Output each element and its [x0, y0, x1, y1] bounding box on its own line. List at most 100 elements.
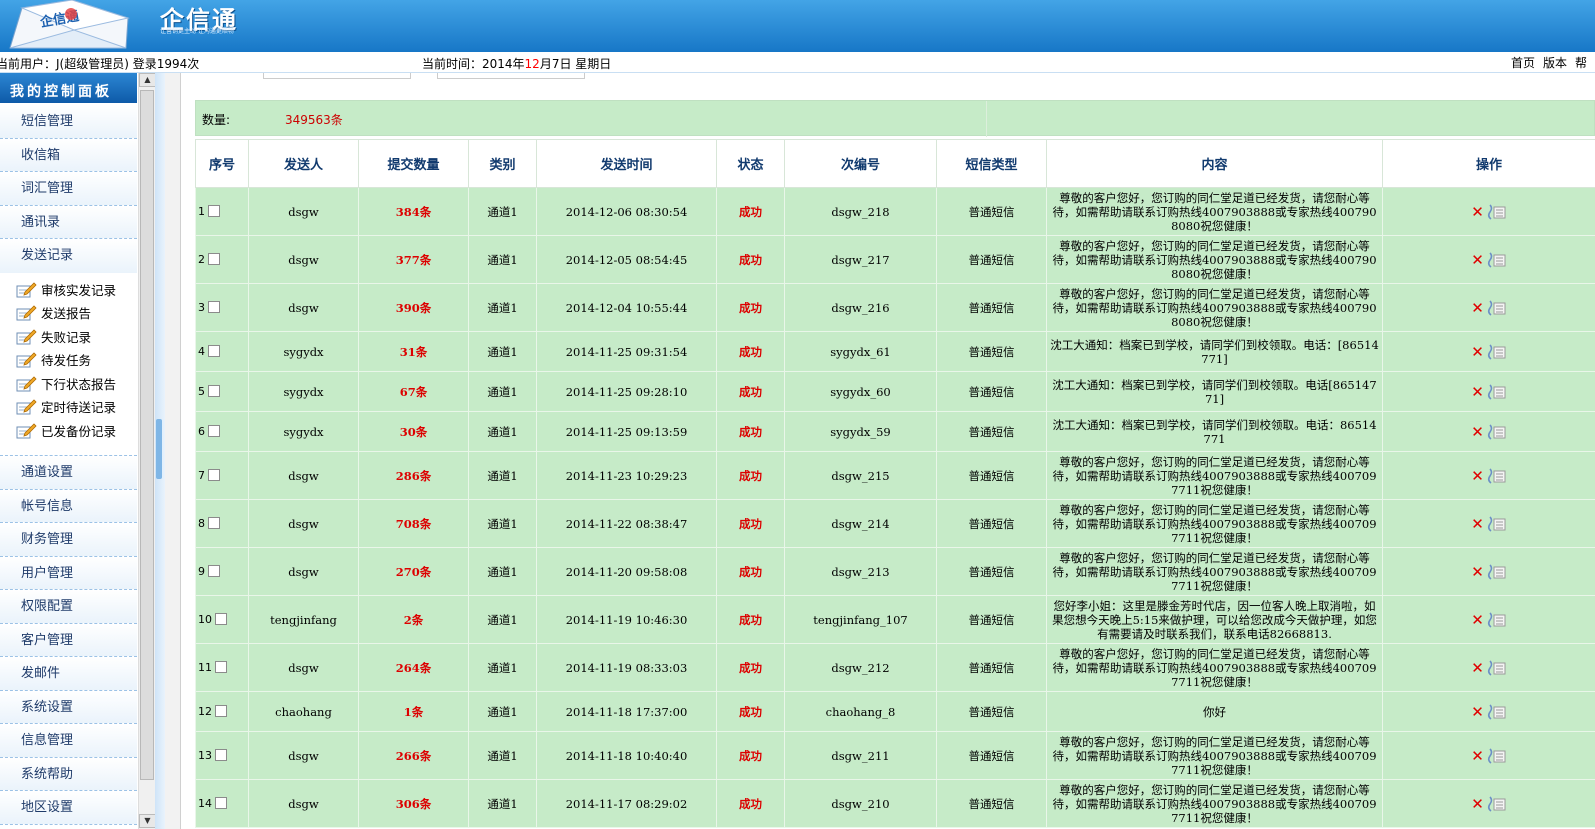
detail-note-icon[interactable] [1487, 795, 1507, 812]
row-checkbox[interactable] [215, 749, 227, 761]
collapse-handle-icon[interactable] [156, 419, 162, 479]
delete-x-icon[interactable]: ✕ [1471, 563, 1484, 581]
delete-x-icon[interactable]: ✕ [1471, 299, 1484, 317]
delete-x-icon[interactable]: ✕ [1471, 795, 1484, 813]
table-row[interactable]: 13 dsgw 266条 通道1 2014-11-18 10:40:40 成功 dsgw_2… [195, 731, 1595, 780]
detail-note-icon[interactable] [1487, 251, 1507, 268]
delete-x-icon[interactable]: ✕ [1471, 467, 1484, 485]
menu-send-email[interactable]: 发邮件 [0, 657, 137, 691]
menu-finance[interactable]: 财务管理 [0, 523, 137, 557]
submenu-scheduled-records[interactable]: 定时待送记录 [0, 396, 137, 420]
col-sender[interactable]: 发送人 [248, 139, 359, 188]
table-row[interactable]: 10 tengjinfang 2条 通道1 2014-11-19 10:46:30 成功 t… [195, 595, 1595, 644]
submenu-pending-tasks[interactable]: 待发任务 [0, 349, 137, 373]
scroll-up-icon[interactable]: ▲ [139, 73, 156, 87]
table-row[interactable]: 3 dsgw 390条 通道1 2014-12-04 10:55:44 成功 dsgw_21… [195, 283, 1595, 332]
row-checkbox[interactable] [208, 517, 220, 529]
table-row[interactable]: 1 dsgw 384条 通道1 2014-12-06 08:30:54 成功 dsgw_21… [195, 187, 1595, 236]
submenu-downlink-status[interactable]: 下行状态报告 [0, 373, 137, 397]
scroll-thumb[interactable] [140, 90, 154, 780]
table-row[interactable]: 4 sygydx 31条 通道1 2014-11-25 09:31:54 成功 sygydx… [195, 331, 1595, 372]
delete-x-icon[interactable]: ✕ [1471, 343, 1484, 361]
row-checkbox[interactable] [208, 385, 220, 397]
help-link[interactable]: 帮 [1575, 56, 1587, 70]
row-checkbox[interactable] [208, 565, 220, 577]
delete-x-icon[interactable]: ✕ [1471, 747, 1484, 765]
detail-note-icon[interactable] [1487, 343, 1507, 360]
delete-x-icon[interactable]: ✕ [1471, 515, 1484, 533]
row-checkbox[interactable] [208, 253, 220, 265]
menu-contacts[interactable]: 通讯录 [0, 205, 137, 239]
menu-account-info[interactable]: 帐号信息 [0, 489, 137, 523]
menu-permissions[interactable]: 权限配置 [0, 590, 137, 624]
detail-note-icon[interactable] [1487, 299, 1507, 316]
menu-system-help[interactable]: 系统帮助 [0, 757, 137, 791]
delete-x-icon[interactable]: ✕ [1471, 423, 1484, 441]
col-channel[interactable]: 类别 [468, 139, 537, 188]
sidebar-splitter[interactable] [155, 73, 165, 829]
delete-x-icon[interactable]: ✕ [1471, 251, 1484, 269]
detail-note-icon[interactable] [1487, 747, 1507, 764]
row-checkbox[interactable] [215, 797, 227, 809]
table-row[interactable]: 14 dsgw 306条 通道1 2014-11-17 08:29:02 成功 dsgw_2… [195, 779, 1595, 828]
menu-system-settings[interactable]: 系统设置 [0, 690, 137, 724]
table-row[interactable]: 9 dsgw 270条 通道1 2014-11-20 09:58:08 成功 dsgw_21… [195, 547, 1595, 596]
detail-note-icon[interactable] [1487, 383, 1507, 400]
detail-note-icon[interactable] [1487, 611, 1507, 628]
table-row[interactable]: 6 sygydx 30条 通道1 2014-11-25 09:13:59 成功 sygydx… [195, 411, 1595, 452]
row-checkbox[interactable] [215, 705, 227, 717]
menu-inbox[interactable]: 收信箱 [0, 138, 137, 172]
submenu-backup-records[interactable]: 已发备份记录 [0, 420, 137, 444]
search-input[interactable] [263, 73, 411, 79]
detail-note-icon[interactable] [1487, 423, 1507, 440]
detail-note-icon[interactable] [1487, 203, 1507, 220]
table-row[interactable]: 7 dsgw 286条 通道1 2014-11-23 10:29:23 成功 dsgw_21… [195, 451, 1595, 500]
row-checkbox[interactable] [208, 345, 220, 357]
send-records-submenu: 审核实发记录 发送报告 失败记录 待发任务 下行状态报告 定时待送记录 已发备份… [0, 273, 137, 456]
col-send-time[interactable]: 发送时间 [536, 139, 717, 188]
delete-x-icon[interactable]: ✕ [1471, 383, 1484, 401]
submenu-send-report[interactable]: 发送报告 [0, 302, 137, 326]
sidebar-scrollbar[interactable]: ▲ ▼ [138, 73, 156, 829]
scroll-down-icon[interactable]: ▼ [139, 814, 156, 828]
col-sms-type[interactable]: 短信类型 [936, 139, 1047, 188]
menu-send-records[interactable]: 发送记录 [0, 239, 137, 273]
menu-info-manage[interactable]: 信息管理 [0, 724, 137, 758]
row-checkbox[interactable] [208, 301, 220, 313]
col-content[interactable]: 内容 [1046, 139, 1383, 188]
menu-users[interactable]: 用户管理 [0, 556, 137, 590]
table-row[interactable]: 11 dsgw 264条 通道1 2014-11-19 08:33:03 成功 dsgw_2… [195, 643, 1595, 692]
row-checkbox[interactable] [208, 425, 220, 437]
row-checkbox[interactable] [208, 205, 220, 217]
detail-note-icon[interactable] [1487, 703, 1507, 720]
delete-x-icon[interactable]: ✕ [1471, 703, 1484, 721]
submenu-audit-records[interactable]: 审核实发记录 [0, 279, 137, 303]
table-row[interactable]: 2 dsgw 377条 通道1 2014-12-05 08:54:45 成功 dsgw_21… [195, 235, 1595, 284]
row-checkbox[interactable] [215, 613, 227, 625]
detail-note-icon[interactable] [1487, 659, 1507, 676]
menu-vocabulary[interactable]: 词汇管理 [0, 172, 137, 206]
delete-x-icon[interactable]: ✕ [1471, 611, 1484, 629]
col-seq[interactable]: 序号 [195, 139, 249, 188]
version-link[interactable]: 版本 [1543, 56, 1567, 70]
delete-x-icon[interactable]: ✕ [1471, 203, 1484, 221]
search-input-2[interactable] [437, 73, 585, 79]
col-status[interactable]: 状态 [716, 139, 785, 188]
row-checkbox[interactable] [208, 469, 220, 481]
delete-x-icon[interactable]: ✕ [1471, 659, 1484, 677]
col-count[interactable]: 提交数量 [358, 139, 469, 188]
col-sub-id[interactable]: 次编号 [784, 139, 937, 188]
detail-note-icon[interactable] [1487, 515, 1507, 532]
table-row[interactable]: 5 sygydx 67条 通道1 2014-11-25 09:28:10 成功 sygydx… [195, 371, 1595, 412]
menu-customers[interactable]: 客户管理 [0, 623, 137, 657]
detail-note-icon[interactable] [1487, 563, 1507, 580]
submenu-failed-records[interactable]: 失败记录 [0, 326, 137, 350]
home-link[interactable]: 首页 [1511, 56, 1535, 70]
table-row[interactable]: 12 chaohang 1条 通道1 2014-11-18 17:37:00 成功 chao… [195, 691, 1595, 732]
menu-sms-manage[interactable]: 短信管理 [0, 105, 137, 139]
menu-channel-settings[interactable]: 通道设置 [0, 456, 137, 490]
detail-note-icon[interactable] [1487, 467, 1507, 484]
table-row[interactable]: 8 dsgw 708条 通道1 2014-11-22 08:38:47 成功 dsgw_21… [195, 499, 1595, 548]
menu-region-settings[interactable]: 地区设置 [0, 791, 137, 825]
row-checkbox[interactable] [215, 661, 227, 673]
